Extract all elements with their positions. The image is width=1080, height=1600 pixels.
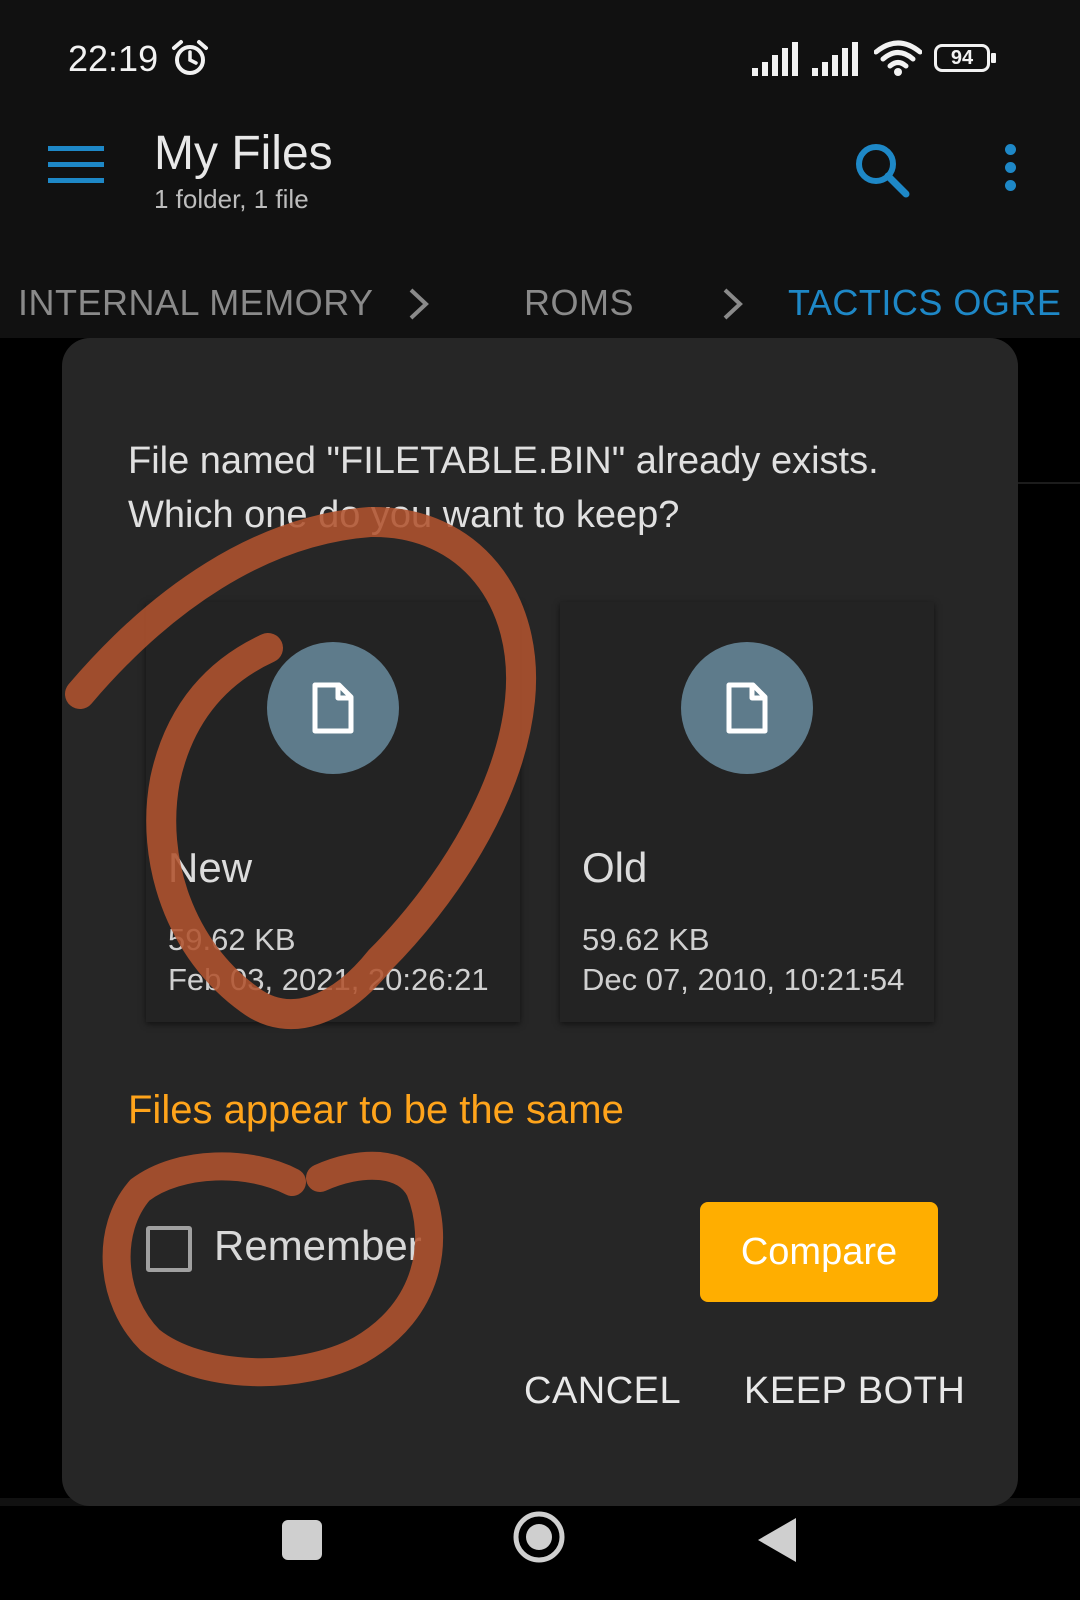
file-conflict-dialog: File named "FILETABLE.BIN" already exist…	[62, 338, 1018, 1506]
old-file-size: 59.62 KB	[582, 922, 710, 957]
chevron-right-icon	[409, 288, 429, 320]
breadcrumb-item-tactics-ogre[interactable]: TACTICS OGRE	[788, 282, 1061, 324]
new-file-size: 59.62 KB	[168, 922, 296, 957]
old-file-label: Old	[582, 844, 648, 891]
old-file-date: Dec 07, 2010, 10:21:54	[582, 962, 905, 997]
signal-icon	[752, 42, 798, 76]
page-title: My Files	[154, 127, 333, 180]
breadcrumb: INTERNAL MEMORY ROMS TACTICS OGRE	[0, 282, 1080, 338]
dialog-message: File named "FILETABLE.BIN" already exist…	[128, 440, 879, 536]
more-vert-icon[interactable]	[1000, 144, 1020, 196]
keep-both-button[interactable]: KEEP BOTH	[744, 1370, 965, 1413]
new-file-date: Feb 03, 2021, 20:26:21	[168, 962, 489, 997]
search-icon[interactable]	[852, 140, 912, 200]
status-bar: 22:19 94	[0, 0, 1080, 120]
compare-button-label: Compare	[740, 1230, 898, 1273]
old-file-card[interactable]: Old 59.62 KB Dec 07, 2010, 10:21:54	[560, 602, 934, 1022]
wifi-icon	[874, 40, 922, 76]
battery-icon: 94	[934, 44, 998, 76]
new-file-label: New	[168, 844, 253, 891]
file-icon	[681, 642, 813, 774]
same-files-notice: Files appear to be the same	[128, 1088, 624, 1132]
breadcrumb-item-internal-memory[interactable]: INTERNAL MEMORY	[18, 282, 374, 324]
menu-icon[interactable]	[48, 146, 104, 186]
cancel-button[interactable]: CANCEL	[524, 1370, 681, 1413]
compare-button[interactable]: Compare	[700, 1202, 938, 1302]
breadcrumb-item-roms[interactable]: ROMS	[524, 282, 634, 324]
new-file-card[interactable]: New 59.62 KB Feb 03, 2021, 20:26:21	[146, 602, 520, 1022]
status-time: 22:19	[68, 38, 159, 79]
page-subtitle: 1 folder, 1 file	[154, 184, 309, 214]
home-icon[interactable]	[512, 1510, 566, 1564]
signal-icon	[812, 42, 858, 76]
remember-label[interactable]: Remember	[214, 1222, 422, 1270]
back-icon[interactable]	[756, 1516, 798, 1564]
file-icon	[267, 642, 399, 774]
battery-level: 94	[950, 46, 974, 69]
remember-checkbox[interactable]	[146, 1226, 192, 1272]
recents-icon[interactable]	[282, 1520, 322, 1560]
alarm-icon	[172, 40, 208, 75]
chevron-right-icon	[723, 288, 743, 320]
